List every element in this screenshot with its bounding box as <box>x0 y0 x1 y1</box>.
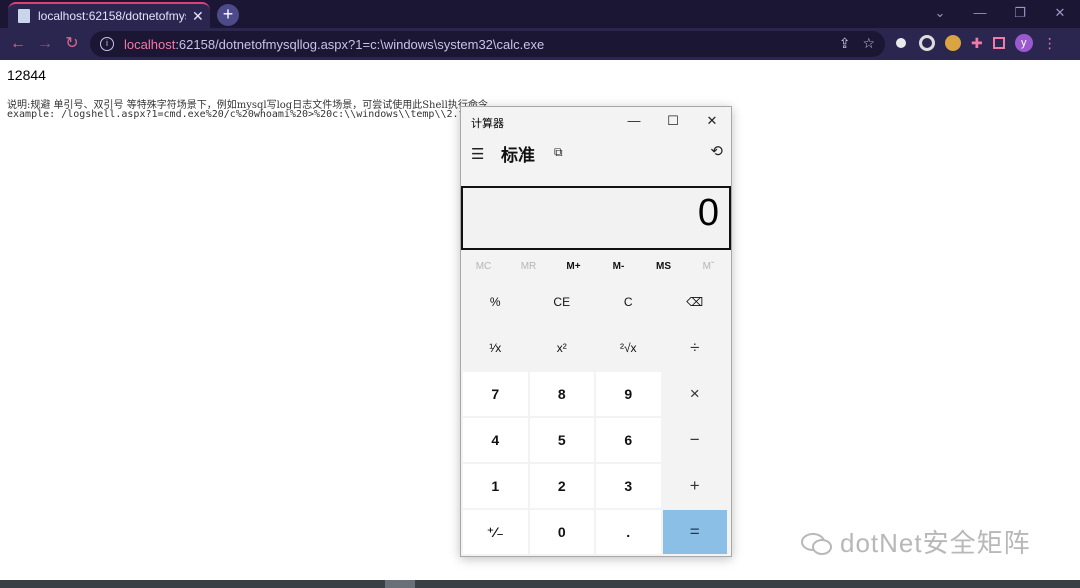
address-bar[interactable]: i localhost:62158/dotnetofmysqllog.aspx?… <box>90 31 885 57</box>
bookmark-star-icon[interactable]: ☆ <box>862 35 875 52</box>
memory-button[interactable]: MC <box>464 257 504 277</box>
url-host: localhost <box>124 36 176 52</box>
browser-tab[interactable]: localhost:62158/dotnetofmysqllog.aspx?1=… <box>8 2 210 28</box>
output-number: 12844 <box>7 67 46 83</box>
avatar[interactable]: y <box>1014 34 1033 52</box>
url-path: :62158/dotnetofmysqllog.aspx?1=c:\window… <box>175 36 545 52</box>
close-button[interactable]: ✕ <box>697 111 727 131</box>
close-tab-icon[interactable]: ✕ <box>192 8 204 25</box>
calc-key[interactable]: ¹⁄x <box>463 326 528 370</box>
cookie-icon[interactable] <box>945 35 961 51</box>
wechat-icon <box>801 533 832 555</box>
example-text: example: /logshell.aspx?1=cmd.exe%20/c%2… <box>7 109 477 120</box>
calc-key[interactable]: 3 <box>596 464 661 508</box>
calc-key[interactable]: ²√x <box>596 326 661 370</box>
mode-title: 标准 <box>501 146 535 165</box>
restore-button[interactable]: ❐ <box>1000 0 1040 28</box>
calc-key[interactable]: . <box>596 510 661 554</box>
calc-key[interactable]: ⌫ <box>662 280 727 324</box>
calculator-title: 计算器 <box>471 118 504 130</box>
calc-key[interactable]: × <box>662 372 727 416</box>
share-icon[interactable]: ⇪ <box>839 35 851 52</box>
minimize-button[interactable]: — <box>960 0 1000 28</box>
calc-key[interactable]: 8 <box>529 372 594 416</box>
keep-on-top-icon[interactable]: ⧉ <box>554 145 563 160</box>
memory-button[interactable]: M+ <box>554 257 594 277</box>
back-icon[interactable]: ← <box>8 34 28 54</box>
calculator-header: ☰ 标准 ⧉ ⟲ <box>461 139 731 169</box>
memory-row: MC MR M+ M- MS Mˇ <box>461 257 731 277</box>
calc-key[interactable]: 9 <box>596 372 661 416</box>
watermark: dotNet安全矩阵 <box>800 523 1031 560</box>
calc-key[interactable]: 2 <box>529 464 594 508</box>
forward-icon[interactable]: → <box>35 34 55 54</box>
calc-key[interactable]: − <box>662 418 727 462</box>
sidebar-icon[interactable] <box>992 37 1005 49</box>
watermark-text: dotNet安全矩阵 <box>840 528 1031 558</box>
calc-key[interactable]: 7 <box>463 372 528 416</box>
memory-button[interactable]: M- <box>599 257 639 277</box>
extension-icon[interactable] <box>893 35 909 51</box>
window-controls: ⌄ — ❐ ✕ <box>920 0 1080 28</box>
calc-key[interactable]: C <box>596 280 661 324</box>
close-window-button[interactable]: ✕ <box>1040 0 1080 28</box>
keypad: % CE C ⌫ ¹⁄x x² ²√x ÷ 7 8 9 × 4 5 6− 1 2 3 + ⁺⁄₋ 0. = <box>463 280 729 554</box>
puzzle-icon[interactable]: ✚ <box>971 35 983 52</box>
menu-icon[interactable]: ⋮ <box>1043 35 1057 52</box>
calculator-display: 0 <box>461 186 731 250</box>
tab-search-icon[interactable]: ⌄ <box>920 0 960 28</box>
new-tab-button[interactable]: + <box>217 4 239 26</box>
calc-key[interactable]: ÷ <box>662 326 727 370</box>
calc-key[interactable]: CE <box>529 280 594 324</box>
calc-key[interactable]: 0 <box>529 510 594 554</box>
extension-icon[interactable] <box>919 35 935 51</box>
toolbar: ← → ↻ i localhost:62158/dotnetofmysqllog… <box>0 28 1080 60</box>
calculator-window: 计算器 — ☐ ✕ ☰ 标准 ⧉ ⟲ 0 MC MR M+ M- MS Mˇ % CE C ⌫ ¹… <box>460 106 732 557</box>
extensions: ✚ y ⋮ <box>893 34 1057 52</box>
page-icon <box>18 9 30 23</box>
calc-key[interactable]: 6 <box>596 418 661 462</box>
info-icon[interactable]: i <box>100 37 114 51</box>
memory-button[interactable]: MR <box>509 257 549 277</box>
scroll-thumb[interactable] <box>385 580 415 588</box>
calc-key[interactable]: 1 <box>463 464 528 508</box>
calc-key[interactable]: 4 <box>463 418 528 462</box>
calc-key[interactable]: x² <box>529 326 594 370</box>
browser-chrome: localhost:62158/dotnetofmysqllog.aspx?1=… <box>0 0 1080 60</box>
hamburger-icon[interactable]: ☰ <box>471 145 484 163</box>
memory-button[interactable]: MS <box>644 257 684 277</box>
memory-button[interactable]: Mˇ <box>689 257 729 277</box>
tab-strip: localhost:62158/dotnetofmysqllog.aspx?1=… <box>0 0 1080 28</box>
calc-key[interactable]: = <box>662 510 727 554</box>
calc-key[interactable]: 5 <box>529 418 594 462</box>
calc-key[interactable]: ⁺⁄₋ <box>463 510 528 554</box>
maximize-button[interactable]: ☐ <box>658 111 688 131</box>
display-value: 0 <box>697 192 719 234</box>
history-icon[interactable]: ⟲ <box>710 142 723 160</box>
minimize-button[interactable]: — <box>619 111 649 131</box>
calc-key[interactable]: + <box>662 464 727 508</box>
taskbar-strip <box>0 580 1080 588</box>
calc-key[interactable]: % <box>463 280 528 324</box>
tab-title: localhost:62158/dotnetofmysqllog.aspx?1=… <box>38 9 186 23</box>
reload-icon[interactable]: ↻ <box>62 34 82 54</box>
